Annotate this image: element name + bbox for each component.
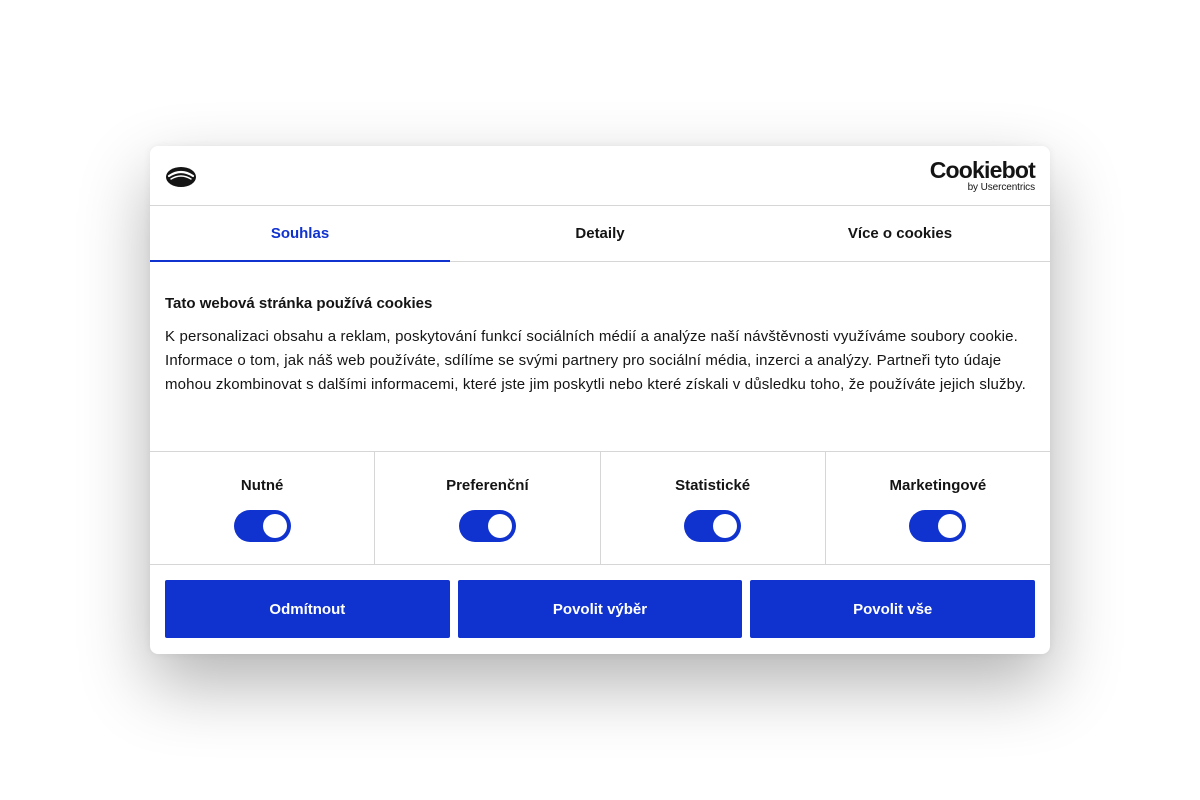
consent-content: Tato webová stránka používá cookies K pe… bbox=[150, 262, 1050, 451]
allow-selection-button[interactable]: Povolit výběr bbox=[457, 580, 743, 638]
brand-name: Cookiebot bbox=[929, 156, 1036, 183]
toggle-knob bbox=[938, 514, 963, 538]
category-label: Marketingové bbox=[889, 477, 987, 494]
category-label: Nutné bbox=[240, 477, 284, 494]
category-nutne: Nutné bbox=[150, 452, 376, 564]
category-marketingove: Marketingové bbox=[826, 452, 1050, 564]
tab-detaily[interactable]: Detaily bbox=[450, 206, 750, 261]
content-body: K personalizaci obsahu a reklam, poskyto… bbox=[165, 328, 1026, 393]
toggle-nutne[interactable] bbox=[233, 510, 291, 542]
toggle-preferencni[interactable] bbox=[458, 510, 516, 542]
category-label: Statistické bbox=[675, 477, 751, 494]
toggle-knob bbox=[487, 514, 512, 538]
category-label: Preferenční bbox=[446, 477, 529, 494]
toggle-knob bbox=[262, 514, 287, 538]
cookie-logo-icon bbox=[166, 166, 196, 187]
cookie-consent-dialog: Cookiebot by Usercentrics Souhlas Detail… bbox=[150, 146, 1050, 654]
tab-bar: Souhlas Detaily Více o cookies bbox=[150, 206, 1050, 262]
cookiebot-logo[interactable]: Cookiebot by Usercentrics bbox=[929, 156, 1036, 193]
toggle-marketingove[interactable] bbox=[909, 510, 967, 542]
category-statisticke: Statistické bbox=[601, 452, 826, 564]
toggle-knob bbox=[713, 514, 738, 538]
toggle-statisticke[interactable] bbox=[684, 510, 742, 542]
allow-all-button[interactable]: Povolit vše bbox=[750, 580, 1036, 638]
tab-souhlas[interactable]: Souhlas bbox=[150, 206, 450, 262]
content-title: Tato webová stránka používá cookies bbox=[165, 295, 433, 312]
category-toggles: Nutné Preferenční Statistické Marketingo… bbox=[150, 451, 1050, 565]
action-buttons: Odmítnout Povolit výběr Povolit vše bbox=[150, 565, 1050, 638]
deny-button[interactable]: Odmítnout bbox=[165, 580, 450, 638]
dialog-header: Cookiebot by Usercentrics bbox=[150, 146, 1050, 206]
category-preferencni: Preferenční bbox=[375, 452, 601, 564]
tab-vice-o-cookies[interactable]: Více o cookies bbox=[750, 206, 1050, 261]
brand-sub: by Usercentrics bbox=[967, 181, 1036, 193]
